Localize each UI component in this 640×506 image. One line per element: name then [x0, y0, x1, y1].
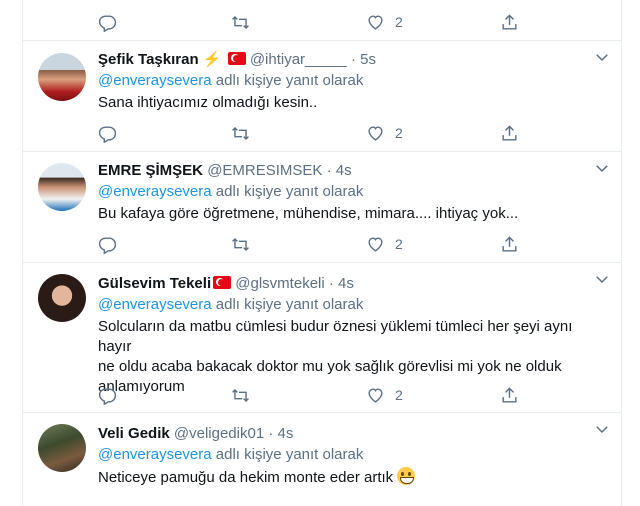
share-button[interactable]: [500, 232, 519, 256]
handle[interactable]: @ihtiyar_____: [250, 51, 347, 68]
tweet-actions: 2: [98, 232, 538, 256]
caret-down-icon[interactable]: [593, 48, 611, 66]
replying-label: adlı kişiye yanıt olarak: [211, 183, 364, 200]
share-button[interactable]: [500, 121, 519, 145]
tweet-text: Sana ihtiyacımız olmadığı kesin..: [98, 94, 318, 111]
display-name[interactable]: Şefik Taşkıran: [98, 51, 199, 68]
like-icon: [366, 124, 385, 143]
retweet-icon: [231, 13, 250, 32]
like-count: 2: [395, 236, 403, 252]
retweet-icon: [231, 124, 250, 143]
avatar[interactable]: [38, 53, 86, 101]
tweet-text-line: ne oldu acaba bakacak doktor mu yok sağl…: [98, 358, 562, 375]
separator-dot: ·: [268, 425, 274, 442]
like-icon: [366, 386, 385, 405]
share-icon: [500, 13, 519, 32]
tweet-actions: 2: [98, 10, 538, 34]
tweet-text-content: Neticeye pamuğu da hekim monte eder artı…: [98, 469, 394, 486]
reply-button[interactable]: [98, 121, 117, 145]
avatar[interactable]: [38, 424, 86, 472]
turkey-flag-emoji: [227, 52, 246, 65]
avatar[interactable]: [38, 163, 86, 211]
retweet-button[interactable]: [231, 383, 250, 407]
like-icon: [366, 235, 385, 254]
tweet-actions: 2: [98, 383, 538, 407]
tweet-header: EMRE ŞİMŞEK @EMRESIMSEK · 4s: [98, 160, 609, 182]
replying-label: adlı kişiye yanıt olarak: [211, 72, 364, 89]
tweet-header: Veli Gedik @veligedik01 · 4s: [98, 423, 609, 445]
display-name[interactable]: EMRE ŞİMŞEK: [98, 162, 203, 179]
replying-to: @enveraysevera adlı kişiye yanıt olarak: [98, 71, 609, 91]
display-name[interactable]: Veli Gedik: [98, 425, 170, 442]
mention-link[interactable]: @enveraysevera: [98, 296, 212, 313]
reply-icon: [98, 386, 117, 405]
separator-dot: ·: [326, 162, 332, 179]
share-icon: [500, 124, 519, 143]
like-count: 2: [395, 387, 403, 403]
separator-dot: ·: [350, 51, 356, 68]
replying-to: @enveraysevera adlı kişiye yanıt olarak: [98, 295, 609, 315]
replying-label: adlı kişiye yanıt olarak: [211, 446, 364, 463]
replying-to: @enveraysevera adlı kişiye yanıt olarak: [98, 182, 609, 202]
retweet-button[interactable]: [231, 10, 250, 34]
handle[interactable]: @EMRESIMSEK: [207, 162, 322, 179]
tweet-header: Şefik Taşkıran ⚡ @ihtiyar_____ · 5s: [98, 49, 609, 71]
caret-down-icon[interactable]: [593, 420, 611, 438]
reply-icon: [98, 235, 117, 254]
timestamp[interactable]: 4s: [336, 162, 352, 179]
timestamp[interactable]: 4s: [338, 275, 354, 292]
mention-link[interactable]: @enveraysevera: [98, 72, 212, 89]
replying-to: @enveraysevera adlı kişiye yanıt olarak: [98, 445, 609, 465]
handle[interactable]: @glsvmtekeli: [235, 275, 324, 292]
mention-link[interactable]: @enveraysevera: [98, 446, 212, 463]
caret-down-icon[interactable]: [593, 270, 611, 288]
separator-dot: ·: [328, 275, 334, 292]
retweet-icon: [231, 386, 250, 405]
retweet-button[interactable]: [231, 232, 250, 256]
turkey-flag-emoji: [213, 276, 232, 289]
tweet[interactable]: Gülsevim Tekeli @glsvmtekeli · 4s @enver…: [23, 262, 621, 413]
like-count: 2: [395, 125, 403, 141]
tweet[interactable]: Şefik Taşkıran ⚡ @ihtiyar_____ · 5s @env…: [23, 40, 621, 152]
handle[interactable]: @veligedik01: [174, 425, 264, 442]
share-button[interactable]: [500, 10, 519, 34]
caret-down-icon[interactable]: [593, 159, 611, 177]
grinning-emoji: [397, 467, 416, 485]
retweet-icon: [231, 235, 250, 254]
like-button[interactable]: 2: [366, 10, 403, 34]
display-name[interactable]: Gülsevim Tekeli: [98, 275, 211, 292]
like-count: 2: [395, 14, 403, 30]
tweet-header: Gülsevim Tekeli @glsvmtekeli · 4s: [98, 273, 609, 295]
timeline-feed: 2 Şefik Taşkıran ⚡ @ihtiyar_____ · 5s @e…: [22, 0, 622, 506]
reply-button[interactable]: [98, 232, 117, 256]
like-button[interactable]: 2: [366, 232, 403, 256]
tweet-previous[interactable]: 2: [23, 0, 621, 41]
share-icon: [500, 386, 519, 405]
tweet[interactable]: EMRE ŞİMŞEK @EMRESIMSEK · 4s @enveraysev…: [23, 151, 621, 263]
tweet-text: Bu kafaya göre öğretmene, mühendise, mim…: [98, 205, 519, 222]
avatar[interactable]: [38, 274, 86, 322]
replying-label: adlı kişiye yanıt olarak: [211, 296, 364, 313]
share-icon: [500, 235, 519, 254]
retweet-button[interactable]: [231, 121, 250, 145]
tweet[interactable]: Veli Gedik @veligedik01 · 4s @enveraysev…: [23, 412, 621, 506]
timestamp[interactable]: 5s: [360, 51, 376, 68]
mention-link[interactable]: @enveraysevera: [98, 183, 212, 200]
reply-button[interactable]: [98, 10, 117, 34]
timestamp[interactable]: 4s: [278, 425, 294, 442]
tweet-text-line: Solcuların da matbu cümlesi budur öznesi…: [98, 318, 573, 355]
like-button[interactable]: 2: [366, 383, 403, 407]
reply-button[interactable]: [98, 383, 117, 407]
tweet-text: Neticeye pamuğu da hekim monte eder artı…: [98, 467, 609, 488]
like-icon: [366, 13, 385, 32]
share-button[interactable]: [500, 383, 519, 407]
tweet-actions: 2: [98, 121, 538, 145]
reply-icon: [98, 124, 117, 143]
lightning-emoji: ⚡: [202, 51, 222, 68]
reply-icon: [98, 13, 117, 32]
like-button[interactable]: 2: [366, 121, 403, 145]
